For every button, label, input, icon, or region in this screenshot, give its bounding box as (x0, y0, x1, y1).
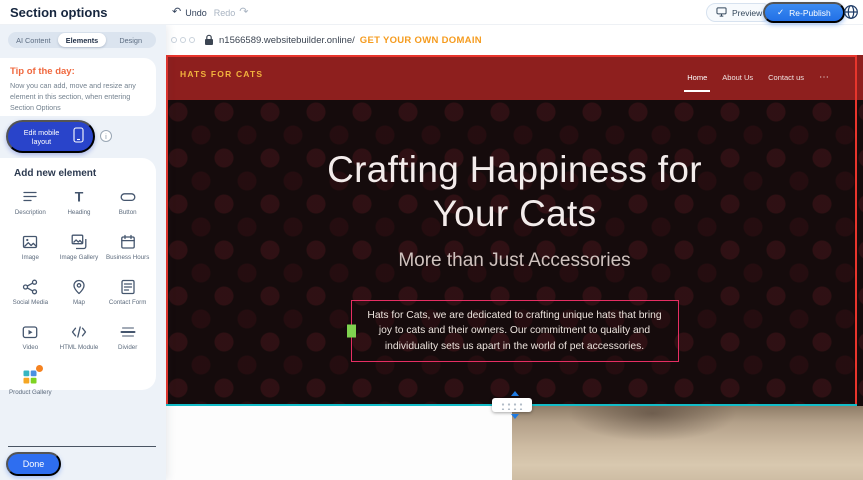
globe-icon[interactable] (842, 3, 860, 21)
element-html-module[interactable]: HTML Module (55, 323, 104, 359)
element-button[interactable]: Button (103, 188, 152, 224)
element-product-gallery[interactable]: Product Gallery (6, 368, 55, 404)
add-element-title: Add new element (14, 168, 152, 179)
html-module-icon (70, 323, 88, 341)
window-dot (180, 37, 186, 43)
undo-button[interactable]: ↶ Undo (172, 7, 207, 18)
site-nav: Home About Us Contact us ⋯ (687, 55, 829, 100)
sidebar-divider (8, 446, 156, 447)
nav-contact-us[interactable]: Contact us (768, 69, 804, 86)
hero-title[interactable]: Crafting Happiness for Your Cats (290, 148, 740, 237)
image-icon (21, 233, 39, 251)
tip-body: Now you can add, move and resize any ele… (10, 81, 146, 113)
browser-bar: n1566589.websitebuilder.online/ GET YOUR… (166, 25, 863, 55)
history-controls: ↶ Undo Redo ↷ (172, 7, 248, 18)
button-icon (119, 188, 137, 206)
tab-design[interactable]: Design (106, 33, 155, 47)
site-logo[interactable]: HATS FOR CATS (180, 69, 263, 79)
sidebar-tabs: AI Content Elements Design (8, 32, 156, 48)
site-url: n1566589.websitebuilder.online/ (219, 35, 355, 46)
redo-button[interactable]: Redo ↷ (214, 7, 249, 18)
republish-label: Re-Publish (789, 8, 831, 18)
app-window: Section options ↶ Undo Redo ↷ Preview ✓ … (0, 0, 863, 480)
redo-icon: ↷ (239, 7, 248, 18)
window-dot (189, 37, 195, 43)
redo-label: Redo (214, 8, 236, 18)
element-heading[interactable]: T Heading (55, 188, 104, 224)
description-icon (21, 188, 39, 206)
edit-mobile-layout-button[interactable]: Edit mobile layout (6, 120, 95, 153)
hero-subtitle[interactable]: More than Just Accessories (315, 250, 715, 272)
topbar: Section options ↶ Undo Redo ↷ Preview ✓ … (0, 0, 863, 25)
hero-section: Crafting Happiness for Your Cats More th… (166, 100, 863, 406)
nav-home[interactable]: Home (687, 69, 707, 86)
element-description[interactable]: Description (6, 188, 55, 224)
check-icon: ✓ (777, 7, 784, 18)
heading-icon: T (70, 188, 88, 206)
map-icon (70, 278, 88, 296)
element-image[interactable]: Image (6, 233, 55, 269)
product-gallery-icon (21, 368, 39, 386)
video-icon (21, 323, 39, 341)
social-media-icon (21, 278, 39, 296)
element-video[interactable]: Video (6, 323, 55, 359)
undo-icon: ↶ (172, 7, 181, 18)
element-contact-form[interactable]: Contact Form (103, 278, 152, 314)
undo-label: Undo (185, 8, 207, 18)
section-resize-handle[interactable] (492, 398, 532, 412)
svg-text:T: T (75, 189, 84, 205)
sidebar: AI Content Elements Design Tip of the da… (0, 25, 166, 480)
element-drag-handle[interactable] (347, 325, 356, 338)
republish-button[interactable]: ✓ Re-Publish (763, 2, 845, 23)
get-domain-link[interactable]: GET YOUR OWN DOMAIN (360, 35, 482, 46)
nav-more-icon[interactable]: ⋯ (819, 73, 829, 83)
business-hours-icon (119, 233, 137, 251)
info-icon[interactable]: i (100, 130, 112, 142)
element-map[interactable]: Map (55, 278, 104, 314)
monitor-icon (716, 7, 727, 19)
resize-down-arrow-icon (511, 414, 519, 419)
tip-title: Tip of the day: (10, 66, 146, 77)
next-section-image[interactable] (512, 406, 863, 480)
element-divider[interactable]: Divider (103, 323, 152, 359)
element-image-gallery[interactable]: Image Gallery (55, 233, 104, 269)
canvas-area: n1566589.websitebuilder.online/ GET YOUR… (166, 25, 863, 480)
hero-paragraph: Hats for Cats, we are dedicated to craft… (362, 308, 668, 354)
drag-dots-icon (499, 401, 525, 410)
lock-icon (204, 34, 214, 46)
element-grid: Description T Heading Button (6, 188, 152, 404)
tab-elements[interactable]: Elements (58, 33, 107, 47)
divider-icon (119, 323, 137, 341)
page-title: Section options (10, 5, 108, 20)
element-business-hours[interactable]: Business Hours (103, 233, 152, 269)
site-preview: HATS FOR CATS Home About Us Contact us ⋯… (166, 55, 863, 406)
resize-up-arrow-icon (511, 391, 519, 396)
selected-text-element[interactable]: Hats for Cats, we are dedicated to craft… (351, 300, 679, 362)
preview-label: Preview (732, 8, 762, 18)
phone-icon (73, 127, 84, 146)
contact-form-icon (119, 278, 137, 296)
done-button[interactable]: Done (6, 452, 61, 476)
image-gallery-icon (70, 233, 88, 251)
tab-ai-content[interactable]: AI Content (9, 33, 58, 47)
element-social-media[interactable]: Social Media (6, 278, 55, 314)
edit-mobile-label: Edit mobile layout (17, 128, 66, 146)
window-dot (171, 37, 177, 43)
nav-about-us[interactable]: About Us (722, 69, 753, 86)
new-badge (35, 364, 44, 373)
add-element-panel: Add new element Description T Heading (0, 158, 156, 390)
site-header: HATS FOR CATS Home About Us Contact us ⋯ (166, 55, 863, 100)
tip-of-the-day-card: Tip of the day: Now you can add, move an… (0, 58, 156, 116)
